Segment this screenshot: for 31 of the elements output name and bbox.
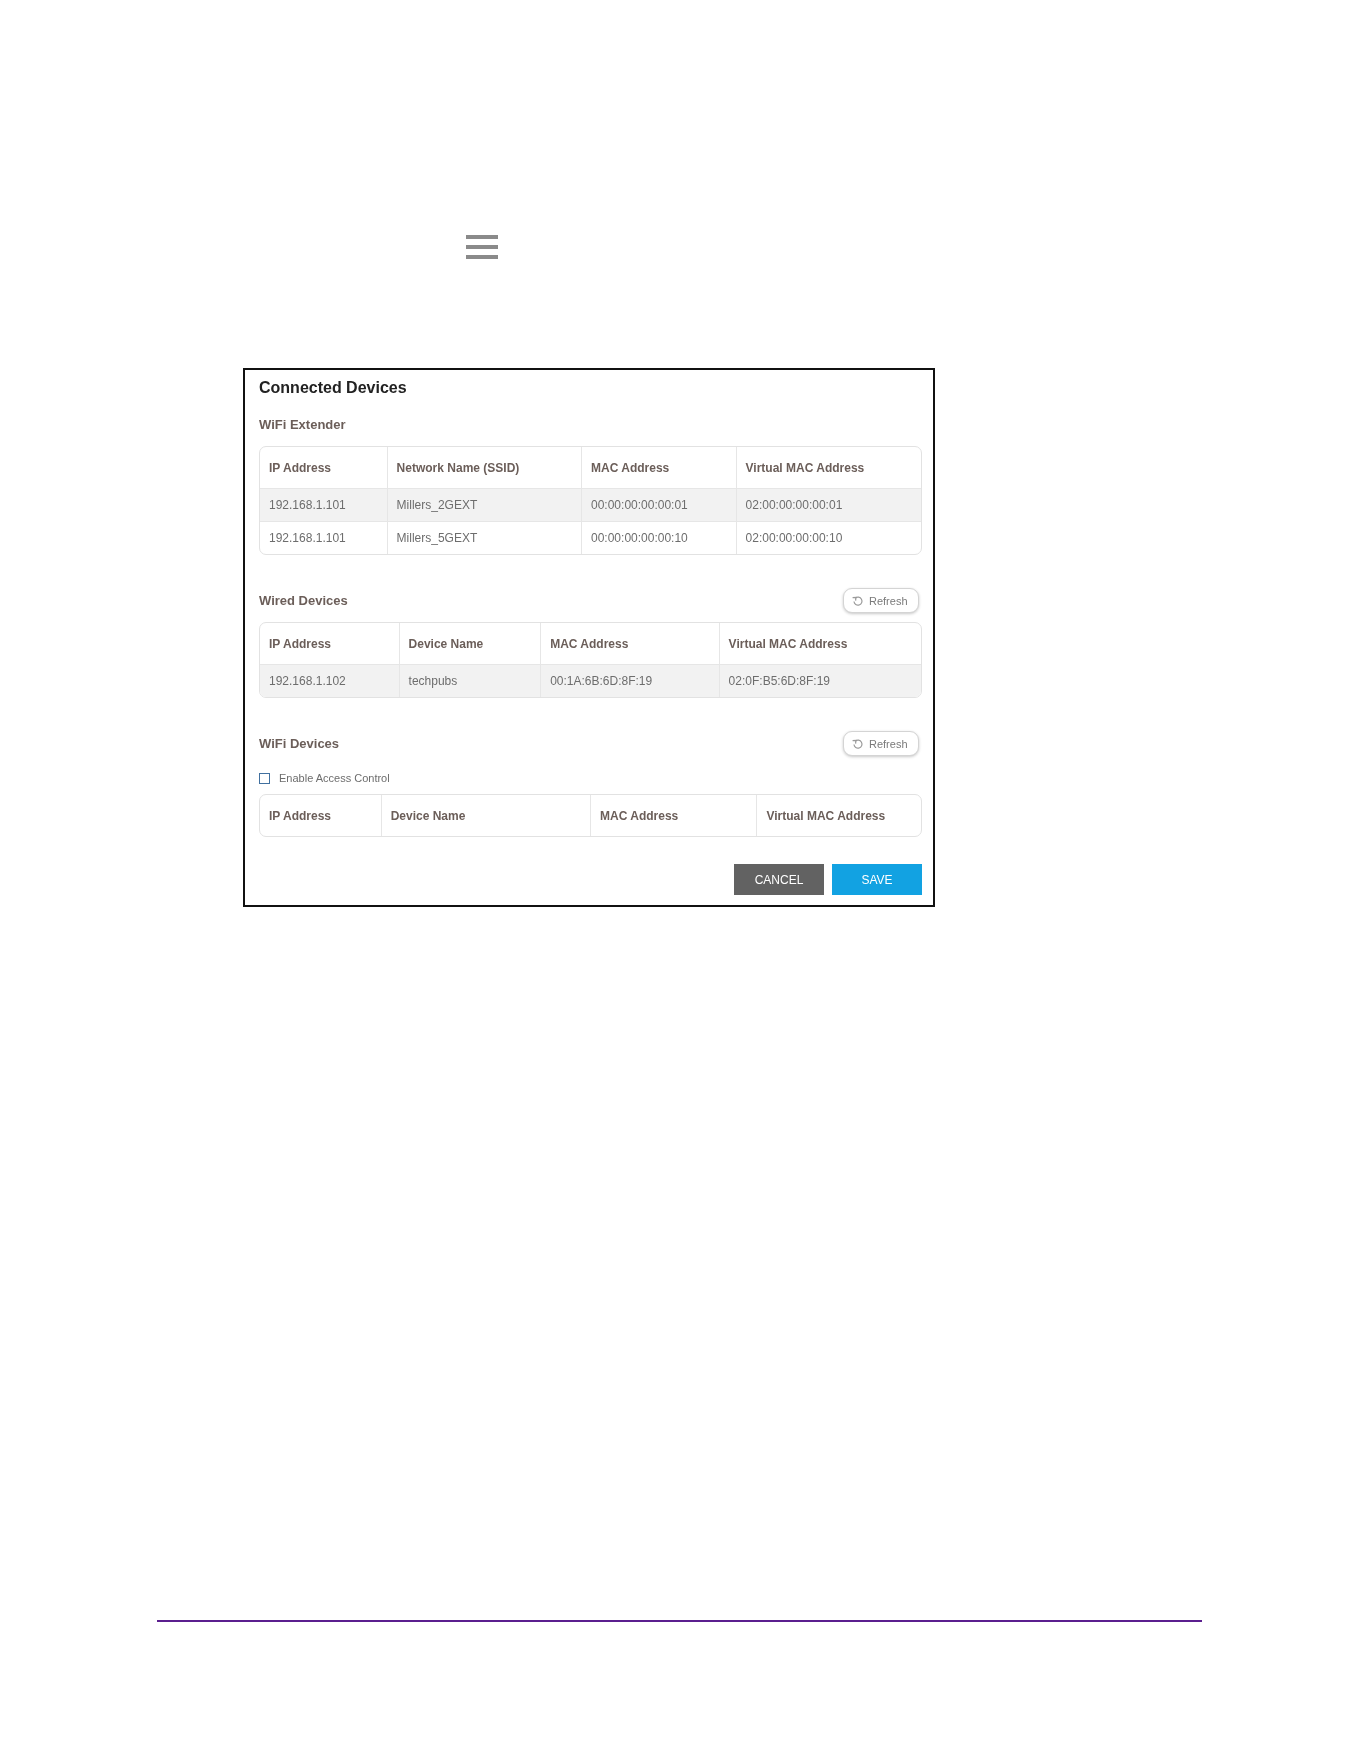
column-header: IP Address	[268, 635, 333, 653]
column-header: Virtual MAC Address	[756, 795, 921, 836]
refresh-button[interactable]: Refresh	[843, 731, 919, 756]
column-header: IP Address	[268, 807, 333, 825]
refresh-button[interactable]: Refresh	[843, 588, 919, 613]
column-header: Device Name	[380, 795, 590, 836]
section-title: WiFi Extender	[259, 417, 346, 432]
column-header: MAC Address	[590, 795, 757, 836]
refresh-icon	[852, 737, 864, 750]
table-cell: 192.168.1.101	[260, 488, 387, 521]
refresh-icon	[852, 594, 864, 607]
table-cell: techpubs	[398, 664, 541, 697]
table-cell: 192.168.1.101	[260, 521, 387, 554]
panel-title: Connected Devices	[259, 378, 407, 398]
save-button[interactable]: SAVE	[832, 864, 922, 895]
table-cell: 02:0F:B5:6D:8F:19	[718, 664, 921, 697]
table-cell: 02:00:00:00:00:01	[735, 488, 921, 521]
checkbox[interactable]	[259, 772, 270, 784]
table-cell: 00:00:00:00:00:10	[581, 521, 736, 554]
table-cell: Millers_2GEXT	[386, 488, 581, 521]
checkbox-label[interactable]: Enable Access Control	[279, 772, 390, 784]
section-title: WiFi Devices	[259, 736, 340, 751]
table-cell: 00:1A:6B:6D:8F:19	[540, 664, 719, 697]
section-title: Wired Devices	[259, 593, 348, 608]
table-cell: 00:00:00:00:00:01	[581, 488, 736, 521]
table-cell: 02:00:00:00:00:10	[735, 521, 921, 554]
column-header: IP Address	[268, 459, 333, 477]
table-cell: 192.168.1.102	[260, 664, 399, 697]
menu-icon[interactable]	[466, 235, 498, 259]
cancel-button[interactable]: CANCEL	[734, 864, 824, 895]
table-cell: Millers_5GEXT	[386, 521, 581, 554]
